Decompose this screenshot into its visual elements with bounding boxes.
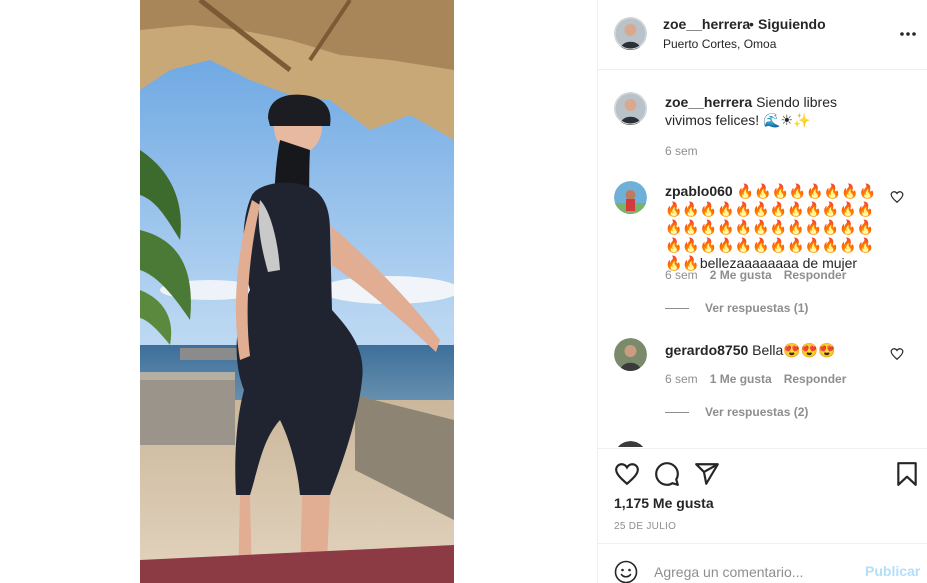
comment-time[interactable]: 6 sem — [665, 268, 698, 282]
separator-dot: • — [749, 16, 754, 32]
comment-username[interactable]: gerardo8750 — [665, 342, 748, 358]
comment-icon[interactable] — [654, 461, 680, 487]
reply-button[interactable]: Responder — [784, 372, 847, 386]
comment-likes[interactable]: 2 Me gusta — [710, 268, 772, 282]
replies-divider — [665, 412, 689, 414]
caption-username[interactable]: zoe__herrera — [665, 94, 752, 110]
avatar[interactable] — [614, 181, 647, 214]
publish-button[interactable]: Publicar — [865, 563, 920, 579]
replies-divider — [665, 308, 689, 310]
heart-icon[interactable] — [890, 347, 904, 361]
post-side-panel: zoe__herrera • Siguiendo Puerto Cortes, … — [597, 0, 927, 583]
comments-list[interactable]: zoe__herrera Siendo libres vivimos felic… — [598, 71, 927, 447]
comment-time[interactable]: 6 sem — [665, 372, 698, 386]
media-pane — [0, 0, 597, 583]
comment-username[interactable]: zpablo060 — [665, 183, 733, 199]
bookmark-icon[interactable] — [894, 461, 920, 487]
post-date[interactable]: 25 DE JULIO — [614, 521, 676, 532]
comment-text-block: zpablo060 🔥🔥🔥🔥🔥🔥🔥🔥🔥🔥🔥🔥🔥🔥🔥🔥🔥🔥🔥🔥🔥🔥🔥🔥🔥🔥🔥🔥🔥🔥… — [665, 182, 880, 272]
follow-status-button[interactable]: Siguiendo — [758, 16, 826, 32]
smiley-icon[interactable] — [614, 560, 638, 583]
avatar[interactable] — [614, 441, 647, 447]
view-replies-label: Ver respuestas (2) — [705, 405, 809, 419]
comment-meta: 6 sem 1 Me gusta Responder — [665, 372, 846, 386]
avatar[interactable] — [614, 338, 647, 371]
caption-meta: 6 sem — [665, 144, 698, 158]
post-actions: 1,175 Me gusta 25 DE JULIO — [598, 448, 927, 543]
view-replies-label: Ver respuestas (1) — [705, 301, 809, 315]
comment-likes[interactable]: 1 Me gusta — [710, 372, 772, 386]
heart-icon[interactable] — [614, 461, 640, 487]
view-replies-button[interactable]: Ver respuestas (1) — [665, 301, 808, 315]
comment-input[interactable] — [654, 562, 854, 582]
view-replies-button[interactable]: Ver respuestas (2) — [665, 405, 808, 419]
paper-plane-icon[interactable] — [694, 461, 720, 487]
comment-text: Bella😍😍😍 — [752, 342, 836, 358]
avatar[interactable] — [614, 17, 647, 50]
comment-meta: 6 sem 2 Me gusta Responder — [665, 268, 846, 282]
comment-composer: Publicar — [598, 543, 927, 583]
caption-text-block: zoe__herrera Siendo libres vivimos felic… — [665, 93, 880, 129]
caption-time[interactable]: 6 sem — [665, 144, 698, 158]
comment-text-block: gerardo8750 Bella😍😍😍 — [665, 341, 880, 359]
likes-count[interactable]: 1,175 Me gusta — [614, 495, 714, 511]
post-header: zoe__herrera • Siguiendo Puerto Cortes, … — [598, 0, 927, 70]
post-author-username[interactable]: zoe__herrera — [663, 16, 750, 32]
post-photo[interactable] — [140, 0, 454, 583]
instagram-post-view: zoe__herrera • Siguiendo Puerto Cortes, … — [0, 0, 927, 583]
more-horizontal-icon[interactable] — [898, 24, 918, 44]
avatar[interactable] — [614, 92, 647, 125]
heart-icon[interactable] — [890, 190, 904, 204]
post-location[interactable]: Puerto Cortes, Omoa — [663, 37, 776, 51]
reply-button[interactable]: Responder — [784, 268, 847, 282]
